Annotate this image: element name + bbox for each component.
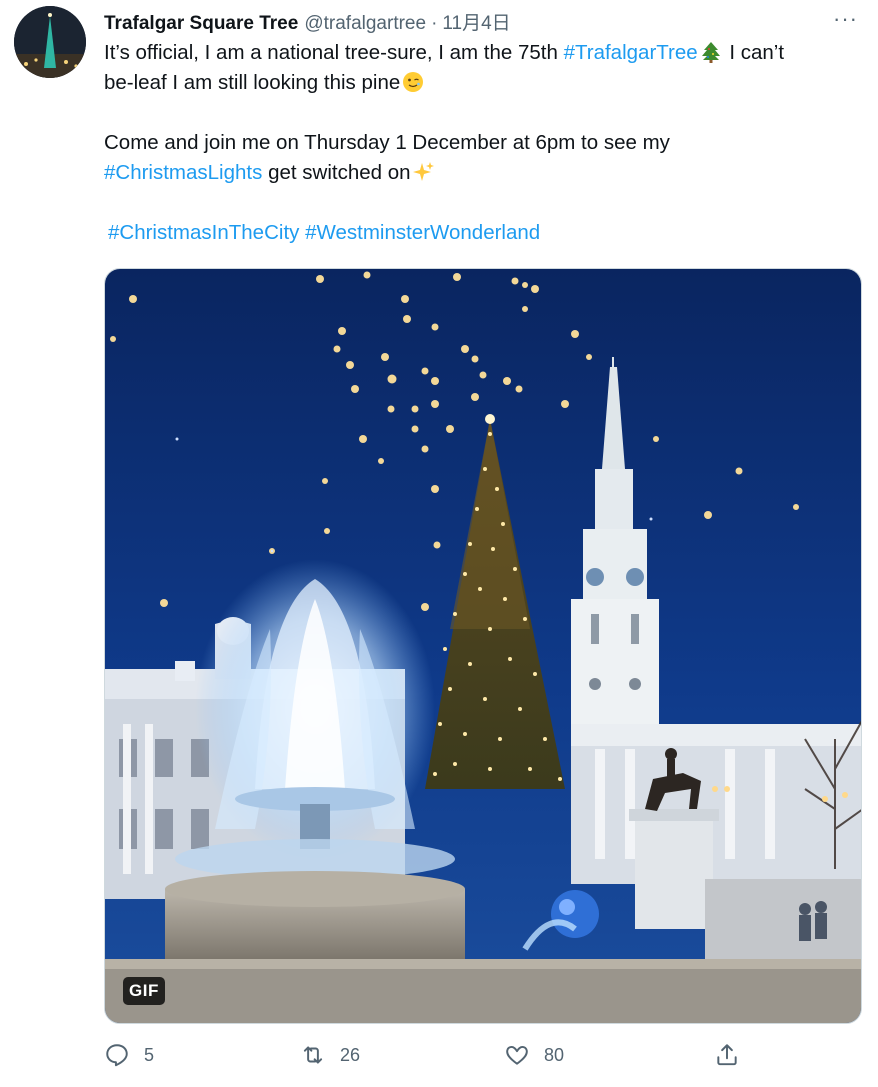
retweet-icon: [303, 1046, 323, 1064]
hashtag-christmaslights[interactable]: #ChristmasLights: [104, 161, 262, 184]
display-name[interactable]: Trafalgar Square Tree: [104, 13, 298, 35]
christmas-tree-emoji: [701, 42, 720, 63]
tweet-line-3: Come and join me on Thursday 1 December …: [104, 131, 670, 154]
tweet-line-2: be-leaf I am still looking this pine: [104, 68, 864, 98]
hashtag-trafalgartree[interactable]: #TrafalgarTree: [564, 41, 698, 64]
tweet-line-1: It’s official, I am a national tree-sure…: [104, 41, 785, 64]
heart-icon: [506, 1046, 528, 1065]
sparkles-emoji: [412, 162, 434, 181]
gif-badge: GIF: [123, 977, 165, 1005]
more-options-icon[interactable]: ···: [833, 6, 858, 32]
hashtag-westminsterwonderland[interactable]: #WestminsterWonderland: [305, 221, 540, 244]
tweet-line-4: #ChristmasLights get switched on: [104, 158, 864, 188]
tweet-line-5: #ChristmasInTheCity #WestminsterWonderla…: [104, 218, 864, 248]
share-icon: [717, 1044, 737, 1066]
avatar[interactable]: [14, 6, 86, 78]
tweet-date[interactable]: 11月4日: [442, 8, 510, 35]
winking-face-emoji: [403, 72, 424, 92]
tweet-text: It’s official, I am a national tree-sure…: [104, 38, 864, 248]
separator-dot: ·: [431, 13, 438, 34]
retweet-button[interactable]: 26: [300, 1042, 360, 1068]
user-handle[interactable]: @trafalgartree: [304, 13, 426, 35]
share-button[interactable]: [714, 1042, 754, 1068]
retweet-count: 26: [340, 1044, 361, 1065]
like-count: 80: [544, 1044, 565, 1065]
hashtag-christmasinthecity[interactable]: #ChristmasInTheCity: [108, 221, 299, 244]
tweet-actions: 5 26 80: [104, 1042, 844, 1076]
tweet-header: Trafalgar Square Tree @trafalgartree · 1…: [104, 6, 858, 36]
reply-icon: [106, 1044, 128, 1067]
trafalgar-square-christmas-tree-image: [105, 269, 861, 1023]
reply-button[interactable]: 5: [104, 1042, 154, 1068]
tweet-media[interactable]: GIF: [104, 268, 862, 1024]
reply-count: 5: [144, 1044, 155, 1065]
like-button[interactable]: 80: [504, 1042, 564, 1068]
